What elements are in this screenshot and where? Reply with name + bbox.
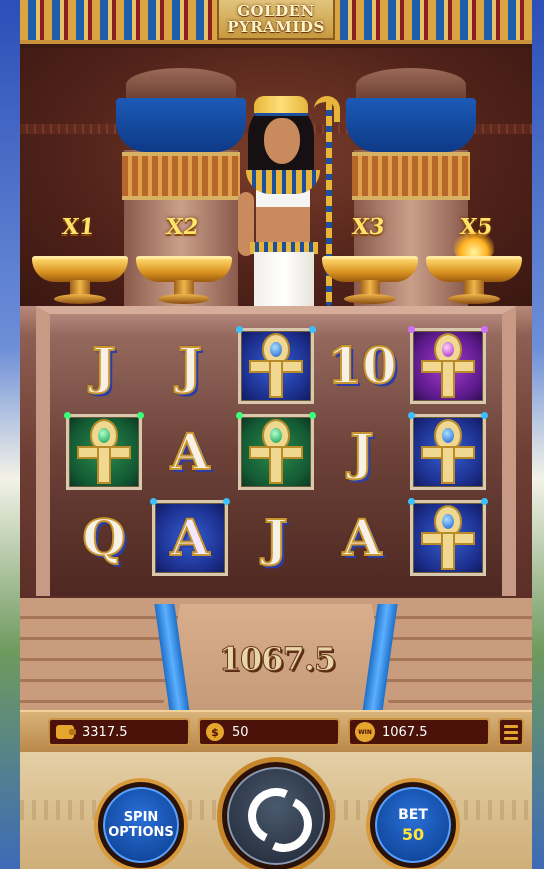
- multiplier-x2: X2: [164, 214, 200, 240]
- bet-button-label: BET: [398, 807, 428, 823]
- bet-display: $ 50: [198, 718, 340, 746]
- coin-icon: $: [206, 723, 224, 741]
- win-icon: WIN: [355, 722, 375, 742]
- multiplier-x3: X3: [350, 214, 386, 240]
- reel-symbol-a: A: [150, 498, 230, 576]
- header-banner: GOLDEN PYRAMIDS: [20, 0, 532, 44]
- symbol-grid: J J 10 A J Q A J A: [64, 326, 492, 582]
- reel-symbol-10: 10: [324, 328, 400, 404]
- fire-bowl-3: [322, 256, 418, 310]
- reel-symbol-ankh-purple: [408, 326, 488, 404]
- symbol-letter: Q: [81, 508, 127, 567]
- spin-options-label-2: OPTIONS: [108, 825, 174, 840]
- bet-button-value: 50: [401, 825, 425, 844]
- bet-value: 50: [232, 724, 249, 740]
- menu-button[interactable]: [498, 718, 524, 746]
- wallet-icon: [56, 725, 76, 739]
- reel-symbol-ankh-blue: [408, 498, 488, 576]
- reel-symbol-j: J: [66, 328, 142, 404]
- slot-game: GOLDEN PYRAMIDS X1 X2 X3 X5 J J 10 A J Q A J A 1…: [20, 0, 532, 869]
- reel-symbol-j: J: [238, 500, 314, 576]
- ankh-icon: [251, 421, 301, 483]
- ankh-icon: [423, 507, 473, 569]
- reel-symbol-ankh-green: [236, 412, 316, 490]
- reel-symbol-j: J: [324, 414, 400, 490]
- spin-button[interactable]: [222, 762, 330, 869]
- reel-symbol-ankh-blue: [236, 326, 316, 404]
- symbol-letter: A: [342, 508, 383, 567]
- symbol-letter: J: [263, 508, 289, 567]
- ankh-icon: [251, 335, 301, 397]
- symbol-letter: J: [177, 336, 203, 395]
- win-display: WIN 1067.5: [348, 718, 490, 746]
- fire-bowl-4-lit: [426, 230, 522, 310]
- reel-symbol-q: Q: [66, 500, 142, 576]
- reel-symbol-a: A: [152, 414, 228, 490]
- win-total-display: 1067.5: [218, 640, 336, 679]
- background-right: [532, 0, 544, 869]
- reel-area: J J 10 A J Q A J A: [20, 306, 532, 606]
- bet-button[interactable]: BET 50: [370, 782, 456, 868]
- game-title-logo: GOLDEN PYRAMIDS: [217, 0, 335, 40]
- background-left: [0, 0, 20, 869]
- ankh-icon: [423, 335, 473, 397]
- symbol-letter: A: [170, 508, 211, 567]
- symbol-letter: A: [170, 422, 211, 481]
- reel-symbol-ankh-green: [64, 412, 144, 490]
- reel-symbol-ankh-blue: [408, 412, 488, 490]
- reel-symbol-a: A: [324, 500, 400, 576]
- ankh-icon: [423, 421, 473, 483]
- ankh-icon: [79, 421, 129, 483]
- menu-icon: [504, 724, 518, 728]
- balance-value: 3317.5: [82, 724, 128, 740]
- fire-bowl-1: [32, 256, 128, 310]
- control-panel: SPIN OPTIONS BET 50: [20, 752, 532, 869]
- spin-options-button[interactable]: SPIN OPTIONS: [98, 782, 184, 868]
- reel-symbol-j: J: [152, 328, 228, 404]
- symbol-letter: J: [349, 422, 375, 481]
- title-line-2: PYRAMIDS: [227, 18, 325, 36]
- title-line-1: GOLDEN: [237, 2, 315, 20]
- info-bar: 3317.5 $ 50 WIN 1067.5: [20, 710, 532, 752]
- balance-display: 3317.5: [48, 718, 190, 746]
- spin-arrows-icon: [248, 788, 304, 844]
- multiplier-x1: X1: [60, 214, 96, 240]
- symbol-letter: J: [91, 336, 117, 395]
- symbol-letter: 10: [326, 336, 398, 395]
- win-value: 1067.5: [382, 724, 428, 740]
- spin-options-label-1: SPIN: [123, 810, 159, 825]
- fire-bowl-2: [136, 256, 232, 310]
